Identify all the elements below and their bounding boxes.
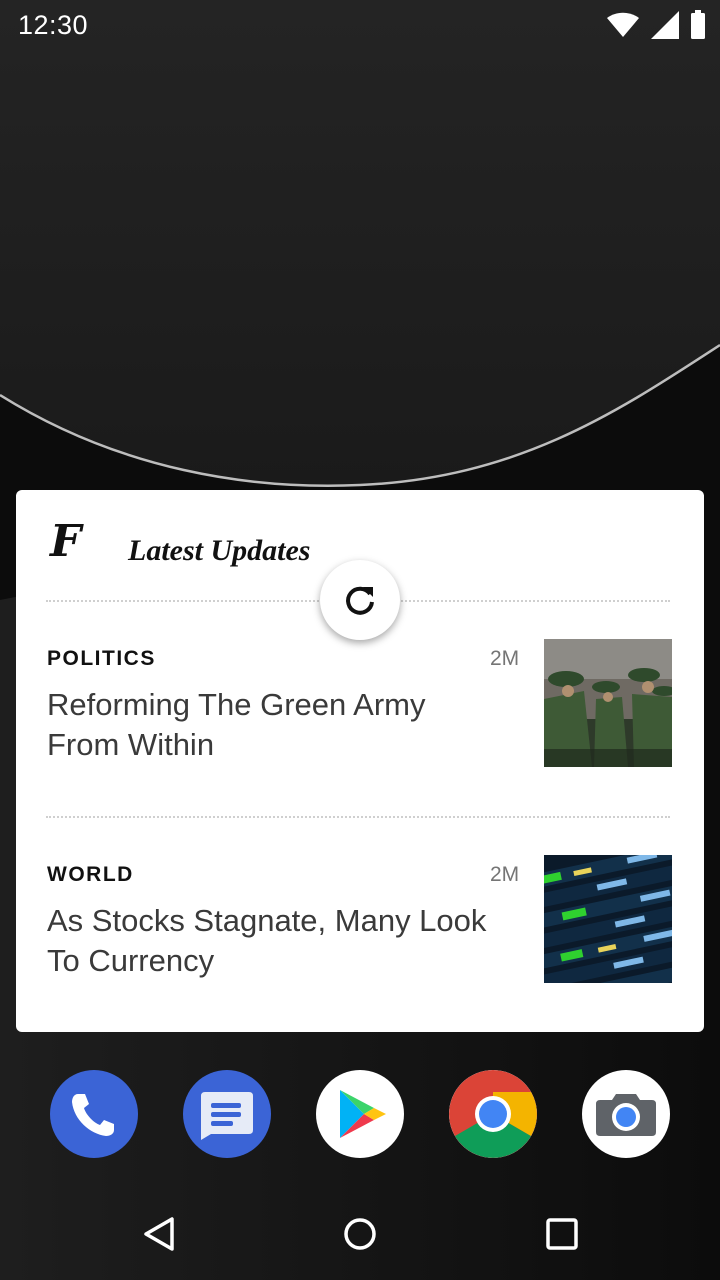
- navigation-bar: [0, 1192, 720, 1280]
- article-category: POLITICS: [47, 647, 156, 670]
- brand-logo: F: [50, 516, 82, 567]
- recents-button[interactable]: [532, 1204, 592, 1264]
- chat-bubble-icon: [201, 1092, 253, 1140]
- messages-app-icon[interactable]: [183, 1070, 271, 1158]
- article-category: WORLD: [47, 863, 134, 886]
- clock: 12:30: [18, 10, 89, 40]
- status-bar: 12:30: [0, 0, 720, 50]
- article-thumbnail: [544, 639, 672, 767]
- chrome-app-icon[interactable]: [449, 1070, 537, 1158]
- recents-icon: [546, 1218, 578, 1250]
- home-button[interactable]: [330, 1204, 390, 1264]
- phone-app-icon[interactable]: [50, 1070, 138, 1158]
- cellular-signal-icon: [651, 11, 679, 39]
- refresh-icon: [346, 586, 374, 615]
- article-time: 2M: [490, 647, 520, 670]
- article-divider: [46, 816, 670, 818]
- camera-lens-icon: [596, 1094, 656, 1136]
- article-thumbnail: [544, 855, 672, 983]
- home-icon: [344, 1218, 376, 1250]
- article-item-world[interactable]: WORLD 2M As Stocks Stagnate, Many Look T…: [16, 855, 704, 1033]
- back-button[interactable]: [130, 1204, 190, 1264]
- back-icon: [144, 1217, 174, 1251]
- wifi-icon: [607, 12, 639, 37]
- battery-icon: [691, 10, 705, 39]
- refresh-button[interactable]: [320, 560, 400, 640]
- news-widget[interactable]: F Latest Updates POLITICS 2M Reforming T…: [16, 490, 704, 1032]
- article-headline: As Stocks Stagnate, Many Look To Currenc…: [47, 903, 487, 978]
- article-item-politics[interactable]: POLITICS 2M Reforming The Green Army Fro…: [16, 639, 704, 817]
- phone-handset-icon: [72, 1094, 114, 1136]
- widget-title: Latest Updates: [128, 534, 311, 567]
- play-store-app-icon[interactable]: [316, 1070, 404, 1158]
- play-triangle-icon: [340, 1090, 386, 1138]
- chrome-logo-icon: [449, 1070, 537, 1158]
- status-icons: [606, 8, 706, 42]
- app-dock: [0, 1070, 720, 1160]
- article-headline: Reforming The Green Army From Within: [47, 687, 426, 762]
- article-time: 2M: [490, 863, 520, 886]
- camera-app-icon[interactable]: [582, 1070, 670, 1158]
